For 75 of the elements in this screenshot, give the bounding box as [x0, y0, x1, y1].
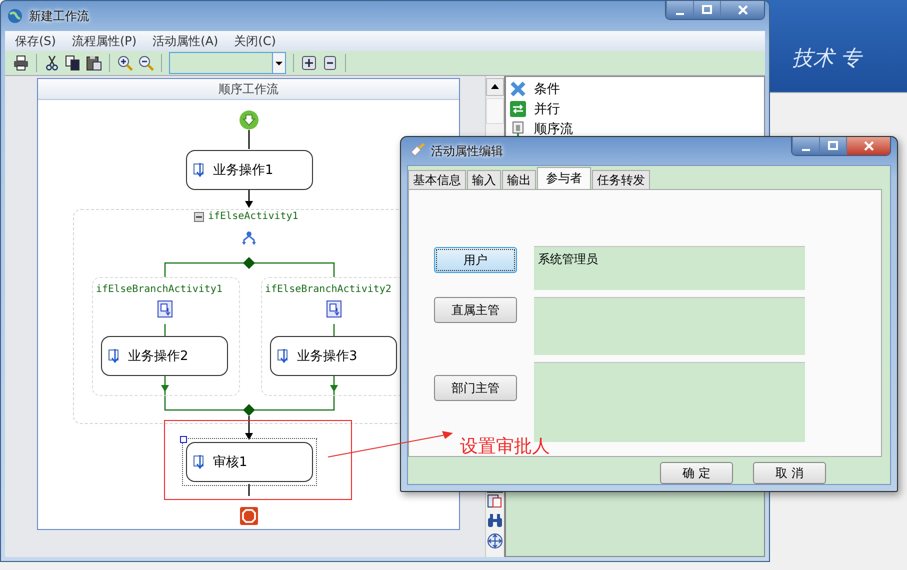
- tab[interactable]: 参与者: [537, 167, 591, 189]
- participant-field[interactable]: 系统管理员: [534, 246, 805, 290]
- zoom-in-icon[interactable]: [117, 55, 133, 71]
- expand-icon[interactable]: [301, 55, 317, 71]
- scroll-up-icon[interactable]: [486, 78, 504, 96]
- canvas-title: 顺序工作流: [38, 79, 459, 100]
- page-icon[interactable]: [487, 493, 503, 509]
- minimize-button[interactable]: [666, 1, 693, 19]
- dialog-button[interactable]: 取 消: [753, 462, 826, 484]
- sequence-icon: [326, 300, 342, 318]
- brush-icon: [409, 143, 425, 159]
- tab[interactable]: 输入: [467, 170, 501, 189]
- parallel-arrows-icon: [510, 101, 526, 117]
- tab[interactable]: 输出: [502, 170, 536, 189]
- maximize-icon: [701, 4, 713, 16]
- toolbox-label: 顺序流: [534, 121, 573, 138]
- sequence-icon: [510, 121, 526, 137]
- maximize-button[interactable]: [693, 1, 720, 19]
- close-icon: [862, 140, 874, 152]
- start-icon: [239, 110, 259, 130]
- minimize-icon: [802, 148, 810, 150]
- caret-icon: [272, 53, 285, 73]
- toolbox-label: 并行: [534, 101, 560, 118]
- scrollbar-thumb[interactable]: [486, 98, 504, 124]
- dialog-button[interactable]: 确 定: [660, 462, 733, 484]
- zoom-out-icon[interactable]: [138, 55, 154, 71]
- collapse-toggle-icon[interactable]: [194, 212, 204, 222]
- close-button[interactable]: [720, 1, 764, 19]
- minimize-icon: [676, 12, 684, 14]
- selection-handle[interactable]: [180, 436, 187, 443]
- copy-icon[interactable]: [65, 55, 81, 71]
- collapse-icon[interactable]: [322, 55, 338, 71]
- scissors-icon[interactable]: [44, 55, 60, 71]
- binoculars-icon[interactable]: [487, 513, 503, 529]
- activity-node[interactable]: 审核1: [186, 442, 313, 482]
- tab[interactable]: 基本信息: [408, 170, 466, 189]
- branch-label: ifElseBranchActivity2: [265, 284, 392, 295]
- toolbox-label: 条件: [534, 81, 560, 98]
- toolbox-item[interactable]: 并行: [506, 99, 764, 119]
- branch-connector: [333, 324, 335, 336]
- participant-button[interactable]: 直属主管: [434, 297, 517, 323]
- branch-icon: [241, 231, 257, 247]
- printer-icon[interactable]: [13, 55, 29, 71]
- menu-item[interactable]: 关闭(C): [226, 32, 284, 50]
- maximize-button[interactable]: [819, 137, 846, 155]
- activity-node[interactable]: 业务操作3: [270, 336, 397, 376]
- toolbox-item[interactable]: 条件: [506, 79, 764, 99]
- zoom-dropdown[interactable]: [169, 52, 286, 74]
- maximize-icon: [827, 140, 839, 152]
- close-button[interactable]: [846, 137, 890, 155]
- globe-icon: [7, 8, 23, 24]
- participant-button[interactable]: 用户: [434, 247, 517, 273]
- menu-item[interactable]: 活动属性(A): [144, 32, 226, 50]
- activity-label: ifElseActivity1: [208, 211, 298, 222]
- menu-item[interactable]: 流程属性(P): [64, 32, 145, 50]
- minimize-button[interactable]: [792, 137, 819, 155]
- participant-button[interactable]: 部门主管: [434, 375, 517, 401]
- background-text: 技术 专: [792, 45, 862, 72]
- activity-node[interactable]: 业务操作2: [101, 336, 228, 376]
- window-title: 新建工作流: [29, 8, 89, 24]
- paste-icon[interactable]: [86, 55, 102, 71]
- close-icon: [736, 4, 748, 16]
- activity-node[interactable]: 业务操作1: [186, 150, 313, 190]
- participant-field[interactable]: [534, 297, 805, 355]
- stop-icon: [240, 507, 258, 525]
- menu-item[interactable]: 保存(S): [7, 32, 64, 50]
- annotation-text: 设置审批人: [460, 435, 550, 458]
- sequence-icon: [157, 300, 173, 318]
- connector-line: [248, 484, 250, 496]
- move-icon[interactable]: [487, 533, 503, 549]
- branch-label: ifElseBranchActivity1: [96, 284, 222, 295]
- tab[interactable]: 任务转发: [592, 170, 650, 189]
- branch-connector: [164, 324, 166, 336]
- cross-arrows-icon: [510, 81, 526, 97]
- dialog-title: 活动属性编辑: [431, 142, 503, 160]
